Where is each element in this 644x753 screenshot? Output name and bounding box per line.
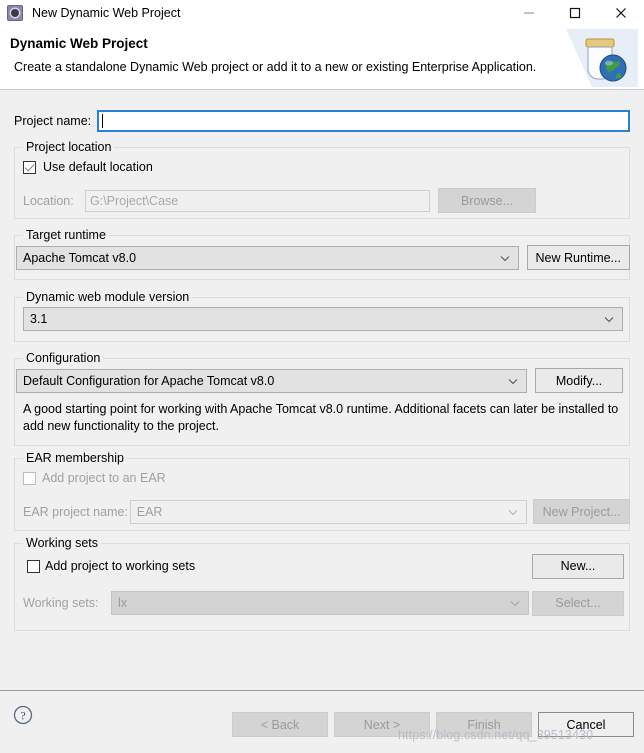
svg-text:?: ? [20,709,25,723]
configuration-group: Configuration Default Configuration for … [14,351,630,446]
text-caret [102,114,104,128]
maximize-icon[interactable] [552,0,598,26]
target-runtime-value: Apache Tomcat v8.0 [23,250,137,265]
chevron-down-icon [508,505,518,519]
chevron-down-icon [500,251,510,265]
project-name-row: Project name: [14,109,630,133]
wizard-buttons: < Back Next > Finish Cancel [232,712,634,737]
ear-project-row: EAR project name: EAR New Project... [16,499,630,524]
module-version-combo[interactable]: 3.1 [23,307,623,331]
add-to-working-sets-checkbox[interactable] [27,559,40,573]
jar-with-globe-icon [566,29,638,87]
chevron-down-icon [604,312,614,326]
chevron-down-icon [510,596,520,610]
module-version-group: Dynamic web module version 3.1 [14,290,630,342]
next-button[interactable]: Next > [334,712,430,737]
minimize-icon[interactable] [506,0,552,26]
working-sets-value: lx [118,596,128,610]
configuration-description: A good starting point for working with A… [23,402,619,433]
add-to-ear-checkbox[interactable] [23,471,36,485]
target-runtime-combo[interactable]: Apache Tomcat v8.0 [16,245,519,270]
title-bar: New Dynamic Web Project [0,0,644,26]
add-to-ear-row[interactable]: Add project to an EAR [23,471,166,485]
select-working-set-button[interactable]: Select... [532,590,624,616]
location-label: Location: [23,193,74,208]
page-title: Dynamic Web Project [10,36,148,51]
target-runtime-row: Apache Tomcat v8.0 New Runtime... [16,245,630,270]
working-sets-row: Working sets: lx Select... [16,590,630,616]
new-ear-project-button[interactable]: New Project... [533,499,630,524]
modify-button[interactable]: Modify... [535,368,623,393]
cancel-button[interactable]: Cancel [538,712,634,737]
configuration-group-title: Configuration [23,351,104,365]
dialog-body: Project name: Project location Use defau… [0,90,644,690]
finish-button[interactable]: Finish [436,712,532,737]
ear-project-name-value: EAR [136,504,163,519]
use-default-location-checkbox[interactable] [23,160,36,174]
target-runtime-group: Target runtime Apache Tomcat v8.0 New Ru… [14,228,630,280]
configuration-row: Default Configuration for Apache Tomcat … [16,368,630,393]
window-title: New Dynamic Web Project [32,6,181,20]
page-description: Create a standalone Dynamic Web project … [14,60,537,74]
new-runtime-button[interactable]: New Runtime... [526,245,630,270]
window-controls [506,0,644,26]
close-icon[interactable] [598,0,644,26]
new-working-set-button[interactable]: New... [532,553,624,579]
add-to-ear-label: Add project to an EAR [42,471,166,485]
use-default-location-label: Use default location [43,160,153,174]
ear-project-name-label: EAR project name: [23,504,128,519]
back-button[interactable]: < Back [232,712,328,737]
configuration-value: Default Configuration for Apache Tomcat … [23,373,275,388]
configuration-combo[interactable]: Default Configuration for Apache Tomcat … [16,368,527,393]
help-question-icon[interactable]: ? [13,705,33,725]
target-runtime-group-title: Target runtime [23,228,109,242]
working-sets-label: Working sets: [23,596,99,610]
add-to-working-sets-label: Add project to working sets [45,559,196,573]
working-sets-combo[interactable]: lx [111,591,529,615]
working-sets-group-title: Working sets [23,536,102,550]
add-to-working-sets-checkbox-row[interactable]: Add project to working sets [27,559,195,573]
project-location-group-title: Project location [23,140,115,154]
ear-membership-group-title: EAR membership [23,451,127,465]
project-name-input[interactable] [97,110,630,132]
working-sets-group: Working sets Add project to working sets… [14,536,630,631]
module-version-group-title: Dynamic web module version [23,290,193,304]
module-version-value: 3.1 [30,312,48,326]
location-value: G:\Project\Case [90,193,179,208]
add-to-working-sets-row: Add project to working sets New... [16,553,630,579]
chevron-down-icon [508,374,518,388]
ear-project-name-combo[interactable]: EAR [129,499,528,524]
eclipse-wizard-icon [7,5,23,21]
location-row: Location: G:\Project\Case Browse... [16,188,630,213]
browse-button[interactable]: Browse... [438,188,536,213]
project-location-group: Project location Use default location Lo… [14,140,630,219]
use-default-location-row[interactable]: Use default location [23,160,153,174]
ear-membership-group: EAR membership Add project to an EAR EAR… [14,451,630,531]
project-name-label: Project name: [14,114,92,128]
new-dynamic-web-project-dialog: New Dynamic Web Project Dynamic Web Proj… [0,0,644,753]
wizard-banner: Dynamic Web Project Create a standalone … [0,26,644,90]
location-input[interactable]: G:\Project\Case [85,189,430,212]
